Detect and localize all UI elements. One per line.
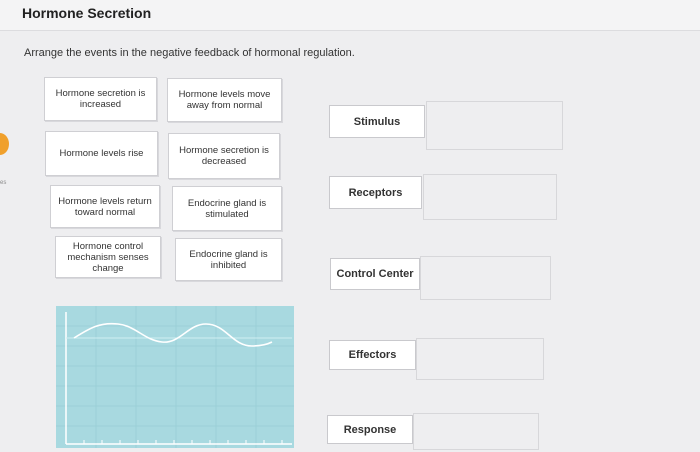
event-card[interactable]: Hormone secretion is decreased — [168, 133, 280, 179]
drop-zone-control-center[interactable] — [420, 256, 551, 300]
category-label-stimulus: Stimulus — [329, 105, 425, 138]
event-card[interactable]: Hormone levels move away from normal — [167, 78, 282, 122]
event-card[interactable]: Endocrine gland is inhibited — [175, 238, 282, 281]
event-card-label: Hormone levels rise — [59, 148, 144, 159]
title-bar: Hormone Secretion — [0, 0, 700, 31]
category-label-receptors: Receptors — [329, 176, 422, 209]
event-card-label: Hormone levels move away from normal — [178, 89, 271, 111]
event-card[interactable]: Hormone secretion is increased — [44, 77, 157, 121]
page-title: Hormone Secretion — [22, 5, 152, 21]
feedback-graph-image — [56, 306, 294, 448]
category-label-effectors: Effectors — [329, 340, 416, 370]
question-instruction: Arrange the events in the negative feedb… — [24, 47, 355, 59]
graph-drawing — [56, 306, 294, 448]
event-card[interactable]: Endocrine gland is stimulated — [172, 186, 282, 231]
drop-zone-receptors[interactable] — [423, 174, 557, 220]
drop-zone-response[interactable] — [413, 413, 539, 450]
event-card[interactable]: Hormone control mechanism senses change — [55, 236, 161, 278]
graph-wave-line — [73, 322, 273, 347]
drop-zone-stimulus[interactable] — [426, 101, 563, 150]
event-card[interactable]: Hormone levels return toward normal — [50, 185, 160, 228]
category-label-control-center: Control Center — [330, 258, 420, 290]
category-label-response: Response — [327, 415, 413, 444]
event-card-label: Hormone secretion is decreased — [179, 145, 269, 167]
event-card-label: Hormone levels return toward normal — [58, 195, 152, 218]
side-indicator[interactable] — [0, 133, 9, 155]
side-fragment-text: es — [0, 180, 7, 186]
event-card-label: Hormone control mechanism senses change — [67, 240, 149, 274]
event-card[interactable]: Hormone levels rise — [45, 131, 158, 176]
event-card-label: Hormone secretion is increased — [55, 88, 146, 110]
drop-zone-effectors[interactable] — [416, 338, 544, 380]
event-card-label: Endocrine gland is inhibited — [189, 248, 268, 271]
event-card-label: Endocrine gland is stimulated — [187, 197, 267, 220]
